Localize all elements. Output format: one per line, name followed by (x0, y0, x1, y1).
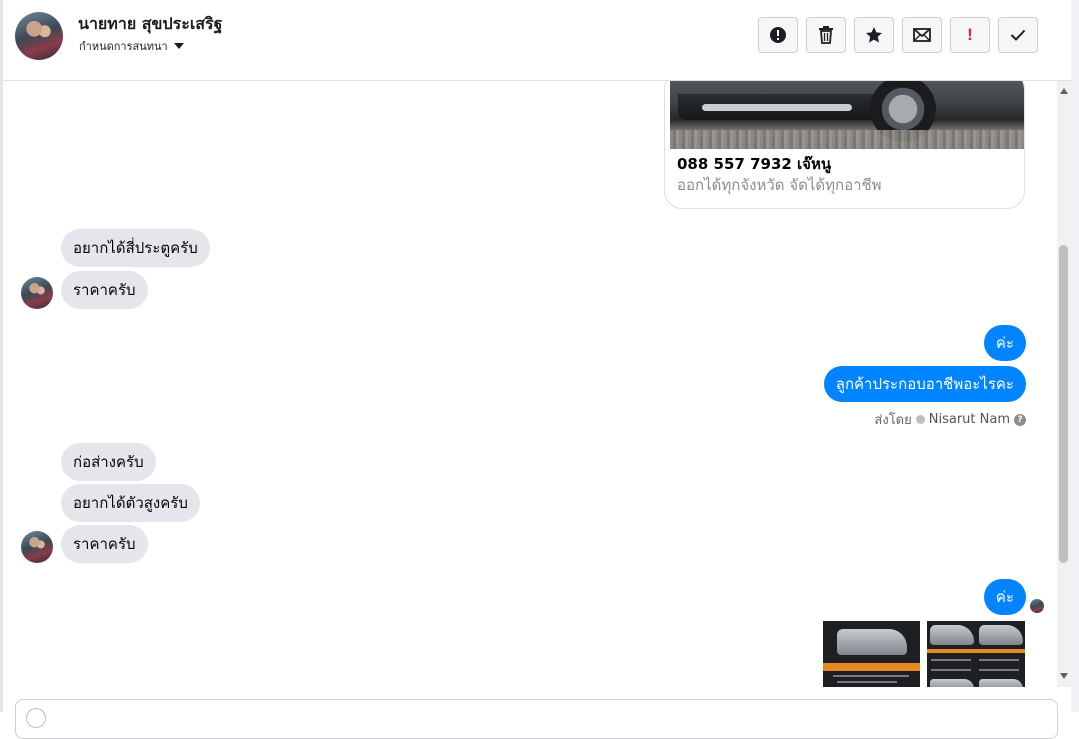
incoming-message: อยากได้สี่ประตูครับ (61, 229, 210, 267)
star-button[interactable] (854, 17, 894, 53)
mark-unread-button[interactable] (902, 17, 942, 53)
check-icon (1010, 29, 1026, 41)
mark-done-button[interactable] (998, 17, 1038, 53)
conversation-settings-label: กำหนดการสนทนา (79, 40, 168, 53)
attachment-image[interactable] (927, 621, 1025, 687)
outgoing-message: ลูกค้าประกอบอาชีพอะไรคะ (823, 366, 1026, 402)
sent-by-agent[interactable]: Nisarut Nam (929, 412, 1010, 427)
contact-avatar[interactable] (15, 12, 63, 60)
exclamation-icon: ! (967, 25, 973, 44)
delete-button[interactable] (806, 17, 846, 53)
verified-icon (915, 415, 925, 424)
outgoing-message: ค่ะ (983, 579, 1026, 615)
scrollbar-thumb[interactable] (1059, 245, 1068, 563)
conversation-header: นายทาย สุขประเสริฐ กำหนดการสนทนา ! (3, 0, 1071, 81)
message-thread[interactable]: 088 557 7932 เจ๊หนู ออกได้ทุกจังหวัด จัด… (3, 81, 1057, 687)
image-attachment-group[interactable] (823, 621, 1025, 687)
outgoing-message: ค่ะ (983, 325, 1026, 361)
shared-post-card[interactable]: 088 557 7932 เจ๊หนู ออกได้ทุกจังหวัด จัด… (664, 81, 1025, 209)
scroll-down-arrow-icon[interactable] (1060, 673, 1068, 679)
card-subtitle: ออกได้ทุกจังหวัด จัดได้ทุกอาชีพ (677, 176, 882, 194)
chevron-down-icon (173, 43, 184, 49)
conversation-settings-dropdown[interactable]: กำหนดการสนทนา (79, 37, 184, 55)
sent-by-info: ส่งโดย Nisarut Nam ? (874, 409, 1026, 430)
incoming-message: ราคาครับ (61, 271, 148, 309)
contact-avatar-small (21, 277, 53, 309)
scroll-up-arrow-icon[interactable] (1060, 88, 1068, 94)
important-button[interactable]: ! (950, 17, 990, 53)
emoji-icon[interactable] (26, 708, 46, 728)
incoming-message: ราคาครับ (61, 525, 148, 563)
message-composer[interactable] (15, 699, 1058, 739)
star-icon (866, 27, 882, 43)
envelope-icon (913, 28, 931, 42)
help-icon[interactable]: ? (1014, 413, 1026, 426)
window-right-edge (1071, 0, 1079, 712)
contact-name[interactable]: นายทาย สุขประเสริฐ (78, 12, 222, 37)
seen-avatar (1030, 599, 1044, 613)
car-photo (670, 81, 1024, 149)
sent-by-label: ส่งโดย (874, 413, 912, 428)
contact-avatar-small (21, 531, 53, 563)
alert-circle-icon (770, 27, 786, 43)
incoming-message: อยากได้ตัวสูงครับ (61, 484, 200, 522)
attachment-image[interactable] (823, 621, 920, 687)
trash-icon (819, 26, 833, 44)
incoming-message: ก่อส่างครับ (61, 443, 156, 481)
mark-spam-button[interactable] (758, 17, 798, 53)
